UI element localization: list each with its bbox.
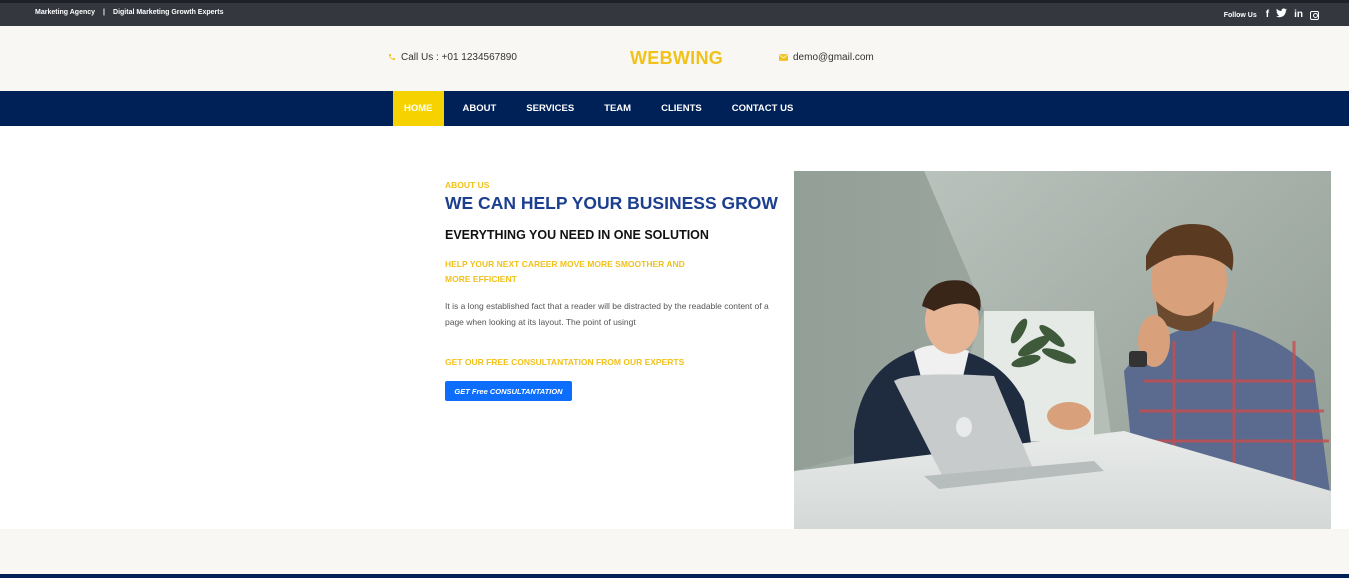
free-consultation-button[interactable]: GET Free CONSULTANTATION: [445, 381, 572, 401]
follow-us-label: Follow Us: [1223, 11, 1257, 19]
envelope-icon: [779, 53, 788, 63]
instagram-icon[interactable]: [1310, 10, 1319, 20]
consultation-lead-text: GET OUR FREE CONSULTANTATION FROM OUR EX…: [445, 357, 685, 367]
tagline-experts: Digital Marketing Growth Experts: [113, 9, 224, 16]
about-body-text: It is a long established fact that a rea…: [445, 301, 769, 327]
phone-text: Call Us : +01 1234567890: [401, 52, 517, 63]
phone-contact[interactable]: Call Us : +01 1234567890: [388, 52, 517, 63]
nav-item-clients[interactable]: CLIENTS: [646, 91, 717, 126]
top-taglines: Marketing Agency | Digital Marketing Growt…: [35, 9, 223, 16]
facebook-icon[interactable]: f: [1266, 9, 1269, 21]
email-text: demo@gmail.com: [793, 52, 874, 63]
top-bar: Marketing Agency | Digital Marketing Growt…: [0, 0, 1349, 26]
phone-icon: [388, 53, 396, 63]
nav-item-home[interactable]: HOME: [393, 91, 444, 126]
section-eyebrow: ABOUT US: [445, 180, 490, 190]
nav-menu: HOME ABOUT SERVICES TEAM CLIENTS CONTACT…: [393, 91, 808, 126]
about-section: ABOUT US WE CAN HELP YOUR BUSINESS GROW …: [0, 126, 1349, 529]
footer-edge: [0, 574, 1349, 578]
nav-item-about[interactable]: ABOUT: [448, 91, 512, 126]
section-headline: WE CAN HELP YOUR BUSINESS GROW: [445, 193, 778, 213]
team-meeting-photo: [794, 171, 1331, 529]
linkedin-icon[interactable]: in: [1294, 9, 1303, 21]
social-links: Follow Us f in: [1224, 8, 1319, 22]
section-subheading: EVERYTHING YOU NEED IN ONE SOLUTION: [445, 228, 709, 242]
site-logo[interactable]: WEBWING: [630, 48, 723, 69]
nav-item-team[interactable]: TEAM: [589, 91, 646, 126]
main-navigation: HOME ABOUT SERVICES TEAM CLIENTS CONTACT…: [0, 91, 1349, 126]
tagline-agency: Marketing Agency: [35, 9, 96, 16]
nav-item-contact-us[interactable]: CONTACT US: [717, 91, 809, 126]
tagline-separator: |: [103, 9, 106, 16]
email-contact[interactable]: demo@gmail.com: [779, 52, 874, 63]
site-header: Call Us : +01 1234567890 WEBWING demo@gm…: [0, 26, 1349, 91]
twitter-icon[interactable]: [1276, 8, 1288, 22]
career-lead-text: HELP YOUR NEXT CAREER MOVE MORE SMOOTHER…: [445, 259, 685, 284]
nav-item-services[interactable]: SERVICES: [511, 91, 589, 126]
